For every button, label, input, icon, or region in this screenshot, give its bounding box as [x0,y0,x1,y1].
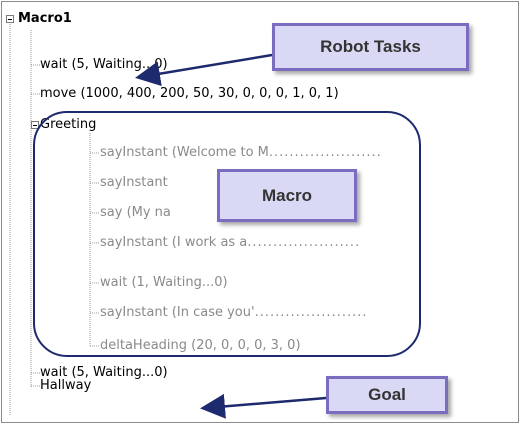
macro-callout: Macro [217,169,357,222]
tree-node-label: wait (5, Waiting...0) [40,57,168,72]
tree-node-task[interactable]: wait (5, Waiting...0) [40,55,168,75]
tree-node-label: Macro1 [18,11,72,26]
tree-node-root[interactable]: Macro1 [18,9,72,29]
tree-node-label: Hallway [40,378,92,393]
collapse-toggle-macro1[interactable] [6,15,14,23]
tree-node-label: move (1000, 400, 200, 50, 30, 0, 0, 0, 1… [40,86,339,101]
macro-highlight-oval [33,111,421,357]
goal-callout: Goal [326,376,448,414]
callout-label: Macro [261,186,313,205]
tree-node-goal[interactable]: Hallway [40,376,91,396]
callout-label: Goal [368,385,406,404]
tree-node-task[interactable]: move (1000, 400, 200, 50, 30, 0, 0, 0, 1… [40,84,339,104]
robot-tasks-callout: Robot Tasks [272,23,469,71]
callout-label: Robot Tasks [320,37,421,56]
tree-view-annotated-screenshot: Macro1 wait (5, Waiting...0) move (1000,… [0,0,522,426]
